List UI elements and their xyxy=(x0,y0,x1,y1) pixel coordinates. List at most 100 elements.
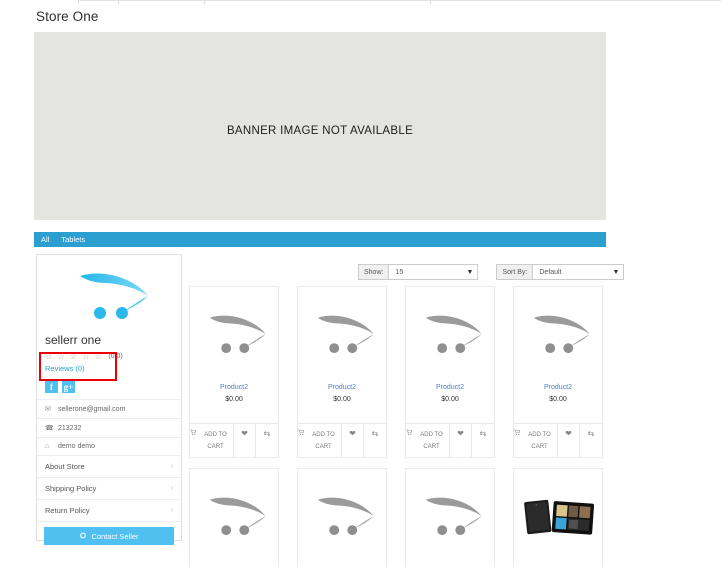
social-links: f g+ xyxy=(37,373,181,399)
page-top-divider xyxy=(78,0,721,4)
compare-icon[interactable]: ⇆ xyxy=(472,424,494,457)
cart-icon xyxy=(514,429,521,435)
nav-item-all[interactable]: All xyxy=(34,232,55,247)
product-name[interactable]: Product2 xyxy=(190,384,278,391)
product-name[interactable]: Product2 xyxy=(298,384,386,391)
seller-email-row: ✉ sellerone@gmail.com xyxy=(37,399,181,418)
chevron-right-icon: › xyxy=(170,463,173,470)
wishlist-icon[interactable]: ❤ xyxy=(558,424,580,457)
phone-icon: ☎ xyxy=(45,425,54,432)
sidebar-item-about-store[interactable]: About Store › xyxy=(37,455,181,477)
email-icon: ✉ xyxy=(45,406,51,413)
product-card[interactable]: ❤ ⇆ xyxy=(297,468,387,567)
sidebar-item-label: About Store xyxy=(45,462,85,471)
google-plus-icon[interactable]: g+ xyxy=(62,380,75,393)
sidebar-item-shipping-policy[interactable]: Shipping Policy › xyxy=(37,477,181,499)
add-to-cart-label: ADD TO CART xyxy=(204,432,227,450)
cart-icon xyxy=(190,429,197,435)
product-toolbar: Show: 15 ▼ Sort By: Default ▼ xyxy=(358,264,625,280)
add-to-cart-label: ADD TO CART xyxy=(528,432,551,450)
placeholder-cart-logo-icon xyxy=(425,497,482,535)
seller-address-row: ⌂ demo demo xyxy=(37,437,181,455)
product-card[interactable]: Product2 $0.00 ADD TO CART ❤ ⇆ xyxy=(513,286,603,458)
add-to-cart-button[interactable]: ADD TO CART xyxy=(514,424,558,457)
nav-item-tablets[interactable]: Tablets xyxy=(55,232,91,247)
product-image[interactable] xyxy=(298,287,386,382)
wishlist-icon[interactable]: ❤ xyxy=(450,424,472,457)
contact-seller-label: Contact Seller xyxy=(91,531,139,541)
compare-icon[interactable]: ⇆ xyxy=(256,424,278,457)
product-image[interactable] xyxy=(190,469,278,564)
contact-seller-button[interactable]: Contact Seller xyxy=(44,527,174,545)
add-to-cart-button[interactable]: ADD TO CART xyxy=(406,424,450,457)
show-label: Show: xyxy=(359,265,390,279)
store-page: Store One BANNER IMAGE NOT AVAILABLE All… xyxy=(0,0,721,567)
chevron-right-icon: › xyxy=(170,507,173,514)
placeholder-cart-logo-icon xyxy=(533,315,590,353)
product-actions: ADD TO CART ❤ ⇆ xyxy=(514,423,602,457)
seller-logo xyxy=(37,255,181,333)
product-price: $0.00 xyxy=(441,396,459,403)
show-control: Show: 15 ▼ xyxy=(358,264,479,280)
placeholder-cart-logo-icon xyxy=(425,315,482,353)
placeholder-cart-logo-icon xyxy=(209,497,266,535)
product-price: $0.00 xyxy=(333,396,351,403)
placeholder-cart-logo-icon xyxy=(317,315,374,353)
product-image[interactable] xyxy=(514,287,602,382)
seller-address: demo demo xyxy=(58,443,95,450)
wishlist-icon[interactable]: ❤ xyxy=(234,424,256,457)
sort-select[interactable]: Default ▼ xyxy=(533,265,623,279)
reviews-link[interactable]: Reviews (0) xyxy=(37,364,181,373)
product-card[interactable]: Product2 $0.00 ADD TO CART ❤ ⇆ xyxy=(297,286,387,458)
shopping-cart-logo-icon xyxy=(79,273,148,319)
add-to-cart-button[interactable]: ADD TO CART xyxy=(190,424,234,457)
compare-icon[interactable]: ⇆ xyxy=(364,424,386,457)
seller-sidebar: sellerr one ☆ ☆ ☆ ☆ ☆ (0.0) Reviews (0) … xyxy=(36,254,182,545)
product-price: $0.00 xyxy=(225,396,243,403)
cart-icon xyxy=(406,429,413,435)
category-navbar: All Tablets xyxy=(34,232,606,247)
add-to-cart-label: ADD TO CART xyxy=(420,432,443,450)
facebook-icon[interactable]: f xyxy=(45,380,58,393)
home-icon: ⌂ xyxy=(45,443,50,450)
rating-stars: ☆ ☆ ☆ ☆ ☆ xyxy=(45,351,104,361)
product-card[interactable]: ❤ ⇆ xyxy=(513,468,603,567)
placeholder-cart-logo-icon xyxy=(317,497,374,535)
product-name[interactable]: Product2 xyxy=(406,384,494,391)
product-image[interactable] xyxy=(514,469,602,564)
add-to-cart-button[interactable]: ADD TO CART xyxy=(298,424,342,457)
seller-phone: 213232 xyxy=(58,424,82,432)
compare-icon[interactable]: ⇆ xyxy=(580,424,602,457)
store-banner: BANNER IMAGE NOT AVAILABLE xyxy=(34,32,606,220)
page-title: Store One xyxy=(36,9,99,24)
product-image[interactable] xyxy=(190,287,278,382)
product-card[interactable]: Product2 $0.00 ADD TO CART ❤ ⇆ xyxy=(189,286,279,458)
product-actions: ADD TO CART ❤ ⇆ xyxy=(190,423,278,457)
sort-label: Sort By: xyxy=(497,265,534,279)
product-image[interactable] xyxy=(298,469,386,564)
seller-phone-row: ☎ 213232 xyxy=(37,418,181,437)
product-card[interactable]: ❤ ⇆ xyxy=(189,468,279,567)
contact-seller-wrap: Contact Seller xyxy=(37,521,181,552)
product-card[interactable]: Product2 $0.00 ADD TO CART ❤ ⇆ xyxy=(405,286,495,458)
cart-icon xyxy=(298,429,305,435)
product-price: $0.00 xyxy=(549,396,567,403)
banner-placeholder-text: BANNER IMAGE NOT AVAILABLE xyxy=(226,125,414,137)
wishlist-icon[interactable]: ❤ xyxy=(342,424,364,457)
sort-value: Default xyxy=(539,268,562,276)
product-image[interactable] xyxy=(406,287,494,382)
product-image[interactable] xyxy=(406,469,494,564)
chevron-down-icon: ▼ xyxy=(466,268,474,276)
product-actions: ADD TO CART ❤ ⇆ xyxy=(298,423,386,457)
show-select[interactable]: 15 ▼ xyxy=(389,265,477,279)
chevron-down-icon: ▼ xyxy=(612,268,620,276)
seller-rating: ☆ ☆ ☆ ☆ ☆ (0.0) xyxy=(37,351,181,362)
product-name[interactable]: Product2 xyxy=(514,384,602,391)
seller-name: sellerr one xyxy=(45,333,102,347)
sidebar-item-return-policy[interactable]: Return Policy › xyxy=(37,499,181,521)
chevron-right-icon: › xyxy=(170,485,173,492)
product-actions: ADD TO CART ❤ ⇆ xyxy=(406,423,494,457)
comment-icon xyxy=(80,532,87,539)
product-card[interactable]: ❤ ⇆ xyxy=(405,468,495,567)
add-to-cart-label: ADD TO CART xyxy=(312,432,335,450)
